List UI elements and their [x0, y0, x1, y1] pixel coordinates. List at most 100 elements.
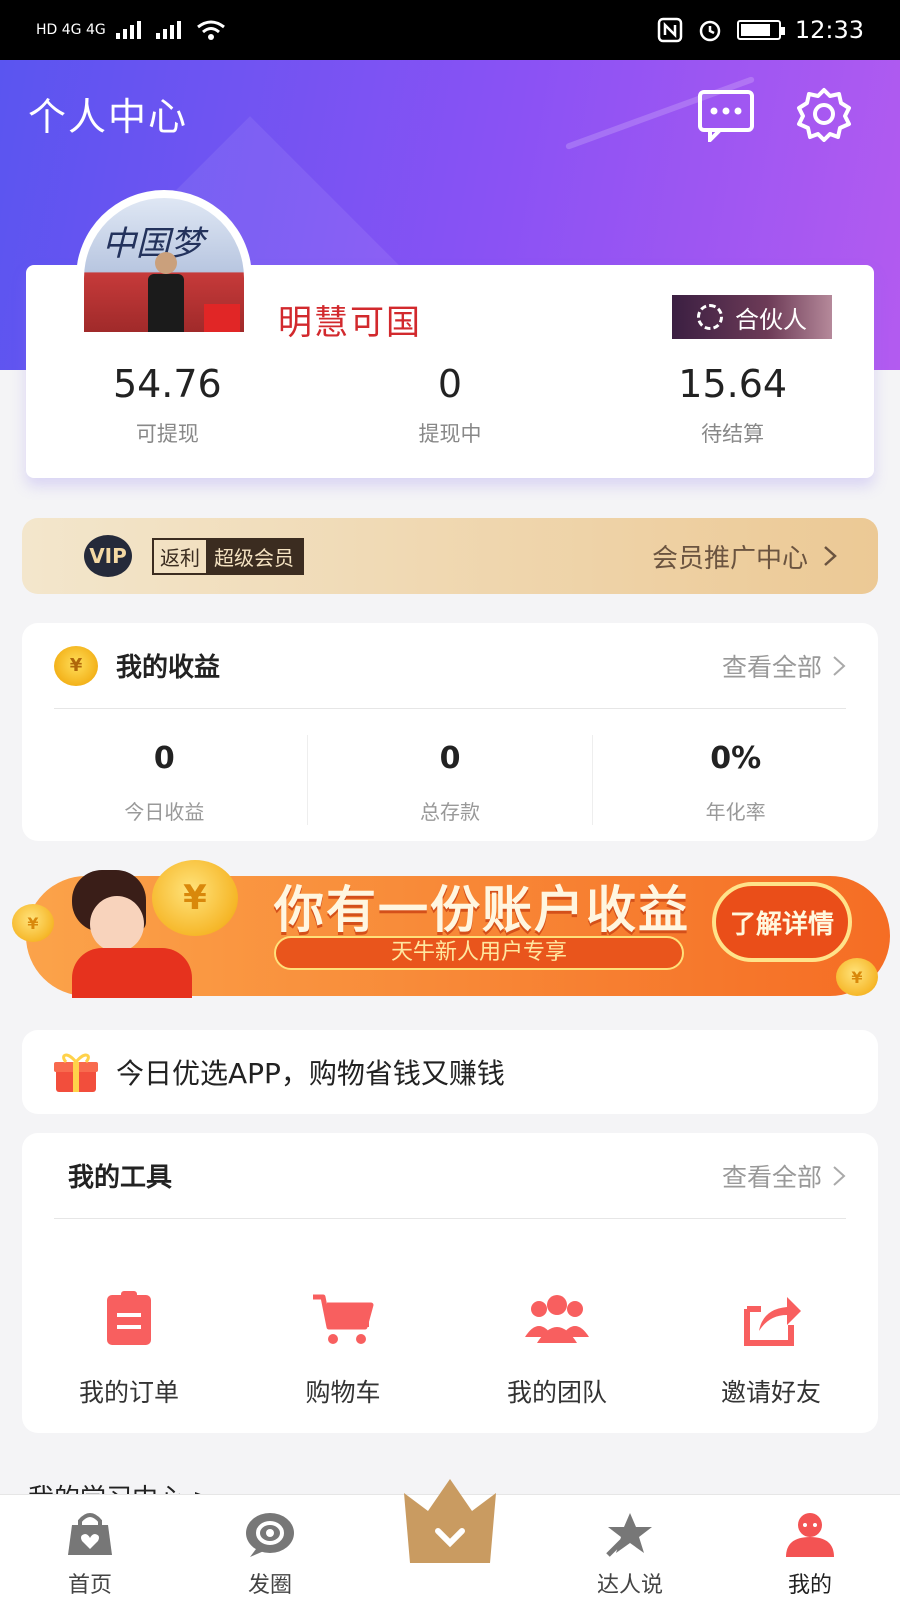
earn-label: 年化率 — [705, 800, 766, 824]
learn-more-button[interactable]: 了解详情 — [712, 882, 852, 962]
earn-value: 0 — [439, 741, 461, 776]
star-icon — [606, 1513, 652, 1557]
tool-label: 我的团队 — [506, 1378, 607, 1407]
message-icon[interactable] — [696, 86, 756, 142]
tab-label: 达人说 — [596, 1573, 663, 1598]
bag-icon — [68, 1513, 112, 1555]
nfc-icon — [657, 17, 683, 43]
tools-header: 我的工具 查看全部 — [54, 1133, 846, 1219]
notice-text: 今日优选APP，购物省钱又赚钱 — [116, 1057, 505, 1090]
stat-label: 提现中 — [418, 422, 482, 446]
earn-today[interactable]: 0 今日收益 — [22, 735, 308, 825]
tool-my-team[interactable]: 我的团队 — [450, 1291, 664, 1409]
cart-icon — [313, 1294, 374, 1344]
vip-center-label: 会员推广中心 — [651, 543, 808, 574]
tool-label: 邀请好友 — [720, 1378, 821, 1407]
coin-icon: ¥ — [54, 645, 98, 686]
coin-icon: ¥ — [152, 860, 238, 936]
signal-indicators: HD 4G 4G — [36, 19, 226, 41]
earnings-view-all[interactable]: 查看全部 — [722, 648, 846, 684]
earnings-title: 我的收益 — [116, 653, 221, 683]
flag-icon — [204, 304, 240, 332]
user-icon — [786, 1513, 834, 1557]
tab-moments[interactable]: 发圈 — [180, 1495, 360, 1600]
vip-tag-left: 返利 — [160, 545, 200, 570]
promo-subtitle: 天牛新人用户专享 — [274, 936, 684, 970]
partner-badge-label: 合伙人 — [735, 305, 807, 334]
tools-card: 我的工具 查看全部 我的订单 购物车 我的团队 邀请好友 — [22, 1133, 878, 1433]
earnings-header: ¥ 我的收益 查看全部 — [54, 623, 846, 709]
team-icon — [525, 1295, 589, 1343]
vip-tag-right: 超级会员 — [206, 539, 302, 573]
earn-total-deposit[interactable]: 0 总存款 — [308, 735, 594, 825]
avatar-image: 中国梦 — [84, 198, 244, 332]
vip-center-link[interactable]: 会员推广中心 — [652, 538, 838, 575]
tool-invite-friends[interactable]: 邀请好友 — [664, 1291, 878, 1409]
order-icon — [107, 1291, 151, 1345]
stat-value: 0 — [437, 362, 463, 406]
bottom-tab-bar: 首页 发圈 达人说 我的 — [0, 1479, 900, 1600]
signal-icon — [115, 21, 141, 39]
tab-center[interactable] — [360, 1479, 540, 1600]
laurel-icon — [697, 304, 723, 330]
gift-icon — [54, 1053, 98, 1092]
balance-stats: 54.76 可提现 0 提现中 15.64 待结算 — [26, 362, 874, 448]
stat-pending[interactable]: 15.64 待结算 — [591, 362, 874, 448]
tab-home[interactable]: 首页 — [0, 1495, 180, 1600]
stat-label: 可提现 — [135, 422, 199, 446]
stat-label: 待结算 — [701, 422, 765, 446]
avatar-person — [148, 252, 184, 332]
earnings-card: ¥ 我的收益 查看全部 0 今日收益 0 总存款 0% 年化率 — [22, 623, 878, 841]
share-icon — [744, 1297, 801, 1346]
tab-label: 我的 — [787, 1573, 832, 1598]
stat-withdrawing[interactable]: 0 提现中 — [309, 362, 592, 448]
vip-tag: 返利 超级会员 — [152, 537, 304, 575]
earn-annual-rate[interactable]: 0% 年化率 — [593, 735, 878, 825]
tools-grid: 我的订单 购物车 我的团队 邀请好友 — [22, 1291, 878, 1409]
user-name: 明慧可国 — [278, 303, 422, 343]
tab-mine[interactable]: 我的 — [720, 1495, 900, 1600]
circle-icon — [246, 1513, 294, 1557]
earn-label: 今日收益 — [124, 800, 205, 824]
network-label: HD 4G 4G — [36, 22, 106, 38]
notice-bar[interactable]: 今日优选APP，购物省钱又赚钱 — [22, 1030, 878, 1114]
tab-experts[interactable]: 达人说 — [540, 1495, 720, 1600]
partner-badge: 合伙人 — [672, 295, 832, 339]
vip-icon: VIP — [84, 535, 132, 577]
coin-icon: ¥ — [836, 958, 878, 996]
status-bar: HD 4G 4G 12:33 — [0, 0, 900, 60]
wifi-icon — [196, 20, 225, 40]
stat-value: 15.64 — [678, 362, 788, 406]
earn-label: 总存款 — [420, 800, 480, 824]
coin-icon: ¥ — [12, 904, 54, 942]
tab-label: 首页 — [67, 1573, 112, 1598]
earn-value: 0% — [710, 741, 762, 776]
earnings-row: 0 今日收益 0 总存款 0% 年化率 — [22, 725, 878, 835]
chevron-right-icon — [824, 546, 837, 566]
vip-banner[interactable]: VIP 返利 超级会员 会员推广中心 — [22, 518, 878, 594]
battery-icon — [736, 20, 785, 40]
stat-withdrawable[interactable]: 54.76 可提现 — [26, 362, 309, 448]
clock: 12:33 — [794, 16, 864, 44]
chevron-right-icon — [833, 655, 846, 676]
page-title: 个人中心 — [28, 95, 189, 139]
tools-view-all[interactable]: 查看全部 — [722, 1158, 846, 1194]
promo-title: 你有一份账户收益 — [274, 881, 690, 939]
crown-icon — [404, 1479, 496, 1563]
view-all-label: 查看全部 — [721, 1162, 822, 1192]
promo-banner[interactable]: ¥ ¥ ¥ 你有一份账户收益 天牛新人用户专享 了解详情 — [12, 858, 890, 1008]
tool-label: 购物车 — [305, 1378, 381, 1407]
tools-title: 我的工具 — [68, 1163, 173, 1193]
view-all-label: 查看全部 — [721, 652, 822, 682]
gear-icon[interactable] — [794, 86, 854, 142]
earn-value: 0 — [153, 741, 175, 776]
stat-value: 54.76 — [112, 362, 222, 406]
battery-level — [740, 24, 770, 36]
tab-label: 发圈 — [247, 1573, 292, 1598]
status-right: 12:33 — [657, 16, 864, 44]
tool-cart[interactable]: 购物车 — [236, 1291, 450, 1409]
tool-label: 我的订单 — [78, 1378, 179, 1407]
chevron-right-icon — [833, 1165, 846, 1186]
tool-my-orders[interactable]: 我的订单 — [22, 1291, 236, 1409]
signal-icon — [155, 21, 181, 39]
